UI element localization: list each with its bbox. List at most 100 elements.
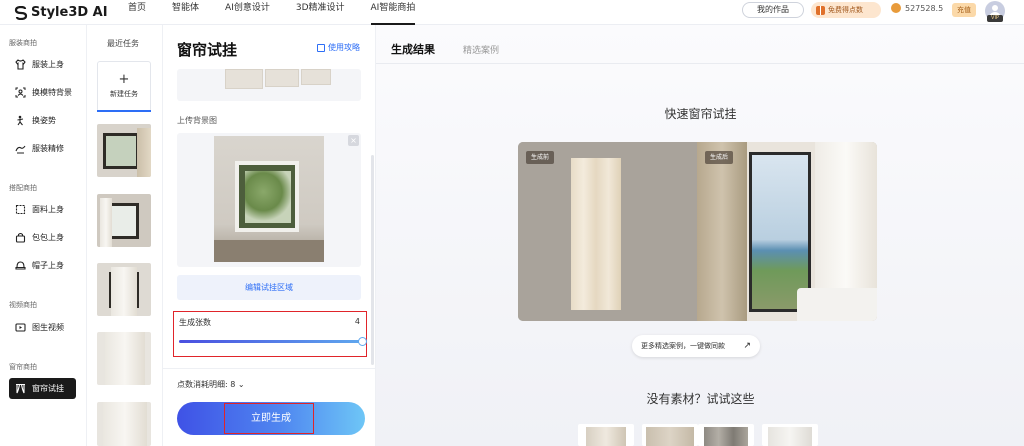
nav-ai-shoot[interactable]: AI智能商拍	[370, 0, 415, 25]
sidebar-item-label: 包包上身	[32, 233, 64, 242]
generate-count-slider[interactable]	[179, 337, 367, 346]
sidebar-item-fabric[interactable]: 面料上身	[9, 199, 76, 220]
gift-icon	[816, 5, 825, 15]
nav-3d-design[interactable]: 3D精准设计	[296, 0, 345, 25]
sample-material[interactable]	[642, 424, 698, 446]
sidebar-item-model-background[interactable]: 换模特背景	[9, 82, 76, 103]
sidebar-item-label: 窗帘试挂	[32, 384, 64, 393]
task-thumbnail[interactable]	[97, 124, 151, 177]
more-cases-button[interactable]: 更多精选案例，一键做同款 ↗	[632, 335, 760, 357]
generate-count-control: 生成张数 4	[173, 311, 367, 357]
cost-detail-toggle[interactable]: 点数消耗明细: 8 ⌄	[177, 379, 245, 390]
curtain-swatch	[225, 69, 263, 89]
task-thumbnail[interactable]	[97, 332, 151, 385]
pose-icon	[15, 115, 26, 126]
new-task-label: 新建任务	[110, 90, 138, 98]
sample-curtain	[646, 427, 694, 446]
sidebar-item-bag[interactable]: 包包上身	[9, 227, 76, 248]
task-thumbnail[interactable]	[97, 263, 151, 316]
sidebar-item-retouch[interactable]: 服装精修	[9, 138, 76, 159]
sidebar-item-hat[interactable]: 帽子上身	[9, 255, 76, 276]
curtain-icon	[15, 383, 26, 394]
sidebar-section-title: 视频商拍	[9, 301, 37, 309]
curtain-swatch	[265, 69, 299, 87]
sidebar-item-garment-on-body[interactable]: 服装上身	[9, 54, 76, 75]
vip-badge: VIP	[987, 15, 1003, 22]
quick-tryon-title: 快速窗帘试挂	[664, 107, 737, 121]
background-image-preview[interactable]: ×	[177, 133, 361, 267]
sample-curtain	[768, 427, 812, 446]
new-task-indicator	[97, 110, 151, 112]
retouch-icon	[15, 143, 26, 154]
sidebar-section-title: 服装商拍	[9, 39, 37, 47]
upload-background-label: 上传背景图	[177, 116, 217, 125]
curtain-sample-preview[interactable]	[177, 69, 361, 101]
sidebar-item-label: 面料上身	[32, 205, 64, 214]
style3d-logo-icon	[14, 5, 28, 20]
logo-text: Style3D AI	[31, 5, 108, 20]
generate-count-label: 生成张数	[179, 318, 211, 327]
tab-featured-cases[interactable]: 精选案例	[463, 43, 499, 56]
divider	[163, 368, 376, 369]
sidebar-item-curtain-tryon[interactable]: 窗帘试挂	[9, 378, 76, 399]
book-icon	[317, 43, 325, 52]
coin-icon	[891, 3, 901, 13]
close-icon[interactable]: ×	[348, 135, 359, 146]
after-tag: 生成后	[705, 151, 734, 164]
more-cases-label: 更多精选案例，一键做同款	[641, 342, 725, 350]
task-thumbnail[interactable]	[97, 194, 151, 247]
nav-ai-creative[interactable]: AI创意设计	[225, 0, 270, 25]
tabs-divider	[376, 63, 1024, 64]
edit-area-button[interactable]: 编辑试挂区域	[177, 275, 361, 300]
sidebar-item-label: 帽子上身	[32, 261, 64, 270]
task-thumbnail[interactable]	[97, 402, 151, 446]
sample-material[interactable]	[762, 424, 818, 446]
sample-material[interactable]	[578, 424, 634, 446]
sample-material[interactable]	[698, 424, 754, 446]
arrow-up-right-icon: ↗	[743, 341, 751, 351]
before-image: 生成前	[518, 142, 697, 321]
thumb-window	[109, 203, 139, 239]
sidebar-item-image-to-video[interactable]: 图生视频	[9, 317, 76, 338]
generate-count-value: 4	[354, 317, 360, 326]
slider-fill	[179, 340, 362, 343]
avatar-head	[992, 5, 998, 11]
sidebar-item-label: 换模特背景	[32, 88, 72, 97]
before-tag: 生成前	[526, 151, 555, 164]
video-icon	[15, 322, 26, 333]
generate-button[interactable]: 立即生成	[177, 402, 365, 435]
tab-results[interactable]: 生成结果	[391, 41, 435, 57]
panel-scrollbar[interactable]	[371, 155, 374, 365]
free-points-label: 免费得点数	[828, 6, 863, 14]
sidebar-item-label: 图生视频	[32, 323, 64, 332]
bag-icon	[15, 232, 26, 243]
usage-guide-link[interactable]: 使用攻略	[317, 42, 360, 53]
room-floor	[214, 240, 324, 262]
thumb-curtain	[100, 198, 112, 247]
my-works-button[interactable]: 我的作品	[742, 2, 804, 18]
after-curtain-left	[697, 142, 747, 321]
after-image: 生成后	[697, 142, 877, 321]
slider-knob[interactable]	[358, 337, 367, 346]
recharge-button[interactable]: 充值	[952, 3, 976, 17]
recent-tasks: 最近任务 + 新建任务	[86, 25, 162, 446]
thumb-curtain	[103, 402, 147, 446]
sidebar-item-label: 服装上身	[32, 60, 64, 69]
nav-home[interactable]: 首页	[128, 0, 146, 25]
thumb-window	[103, 133, 139, 169]
room-window	[235, 161, 299, 232]
sidebar-section-title: 窗帘商拍	[9, 363, 37, 371]
balance-value: 527528.5	[905, 3, 944, 13]
panel-title: 窗帘试挂	[177, 41, 238, 59]
hat-icon	[15, 260, 26, 271]
new-task-button[interactable]: + 新建任务	[97, 61, 151, 112]
thumb-curtain	[111, 267, 137, 316]
sample-curtain	[704, 427, 748, 446]
thumb-curtain	[137, 128, 151, 177]
free-points-button[interactable]: 免费得点数	[811, 2, 881, 18]
sidebar-item-pose[interactable]: 换姿势	[9, 110, 76, 131]
nav-agent[interactable]: 智能体	[172, 0, 199, 25]
thumb-curtain	[105, 332, 145, 385]
results-area: 生成结果 精选案例 快速窗帘试挂 生成前 生成后 更多精选案例，一键做同款 ↗ …	[375, 25, 1024, 446]
logo[interactable]: Style3D AI	[14, 4, 108, 21]
